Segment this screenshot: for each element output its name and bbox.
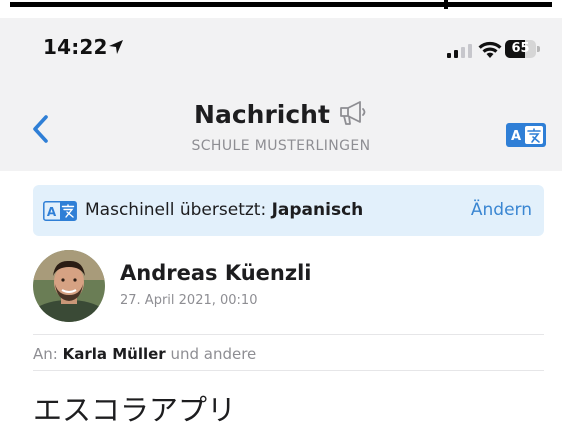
message-subject: エスコラアプリ	[33, 393, 237, 427]
translation-notice-prefix: Maschinell übersetzt:	[85, 200, 272, 220]
change-language-button[interactable]: Ändern	[471, 200, 532, 220]
cellular-signal-icon	[447, 44, 472, 58]
sender-info: Andreas Küenzli 27. April 2021, 00:10	[33, 250, 544, 330]
sender-name: Andreas Küenzli	[120, 261, 312, 285]
frame-line	[10, 2, 552, 7]
battery-icon: 65	[505, 40, 543, 60]
recipient-name: Karla Müller	[62, 345, 166, 363]
page-title: Nachricht	[0, 99, 562, 129]
page-subtitle: SCHULE MUSTERLINGEN	[191, 138, 371, 154]
navigation-bar: Nachricht SCHULE MUSTERLINGEN A	[0, 74, 562, 171]
screenshot-top-frame	[0, 0, 562, 18]
avatar[interactable]	[33, 250, 105, 322]
message-date: 27. April 2021, 00:10	[120, 293, 258, 308]
svg-text:A: A	[511, 129, 521, 144]
status-bar: 14:22 65	[0, 18, 562, 74]
wifi-icon	[478, 41, 502, 58]
translation-language: Japanisch	[271, 200, 364, 220]
battery-level: 65	[511, 41, 530, 56]
battery-cap	[537, 46, 540, 52]
megaphone-icon	[340, 101, 366, 125]
others-label: und andere	[165, 345, 257, 363]
translate-icon: A	[43, 201, 77, 221]
translation-banner: A Maschinell übersetzt: Japanisch Ändern	[33, 185, 544, 236]
location-arrow-icon	[109, 40, 123, 54]
translation-notice: Maschinell übersetzt: Japanisch	[85, 200, 363, 220]
to-label: An:	[33, 345, 63, 363]
page-title-text: Nachricht	[194, 100, 330, 129]
translate-icon[interactable]: A	[506, 123, 546, 147]
recipients-line[interactable]: An: Karla Müller und andere	[33, 345, 256, 363]
svg-text:A: A	[47, 205, 57, 219]
status-time: 14:22	[43, 35, 108, 59]
frame-tick	[444, 0, 448, 9]
battery-body: 65	[505, 40, 536, 58]
divider	[33, 334, 544, 335]
divider	[33, 370, 544, 371]
